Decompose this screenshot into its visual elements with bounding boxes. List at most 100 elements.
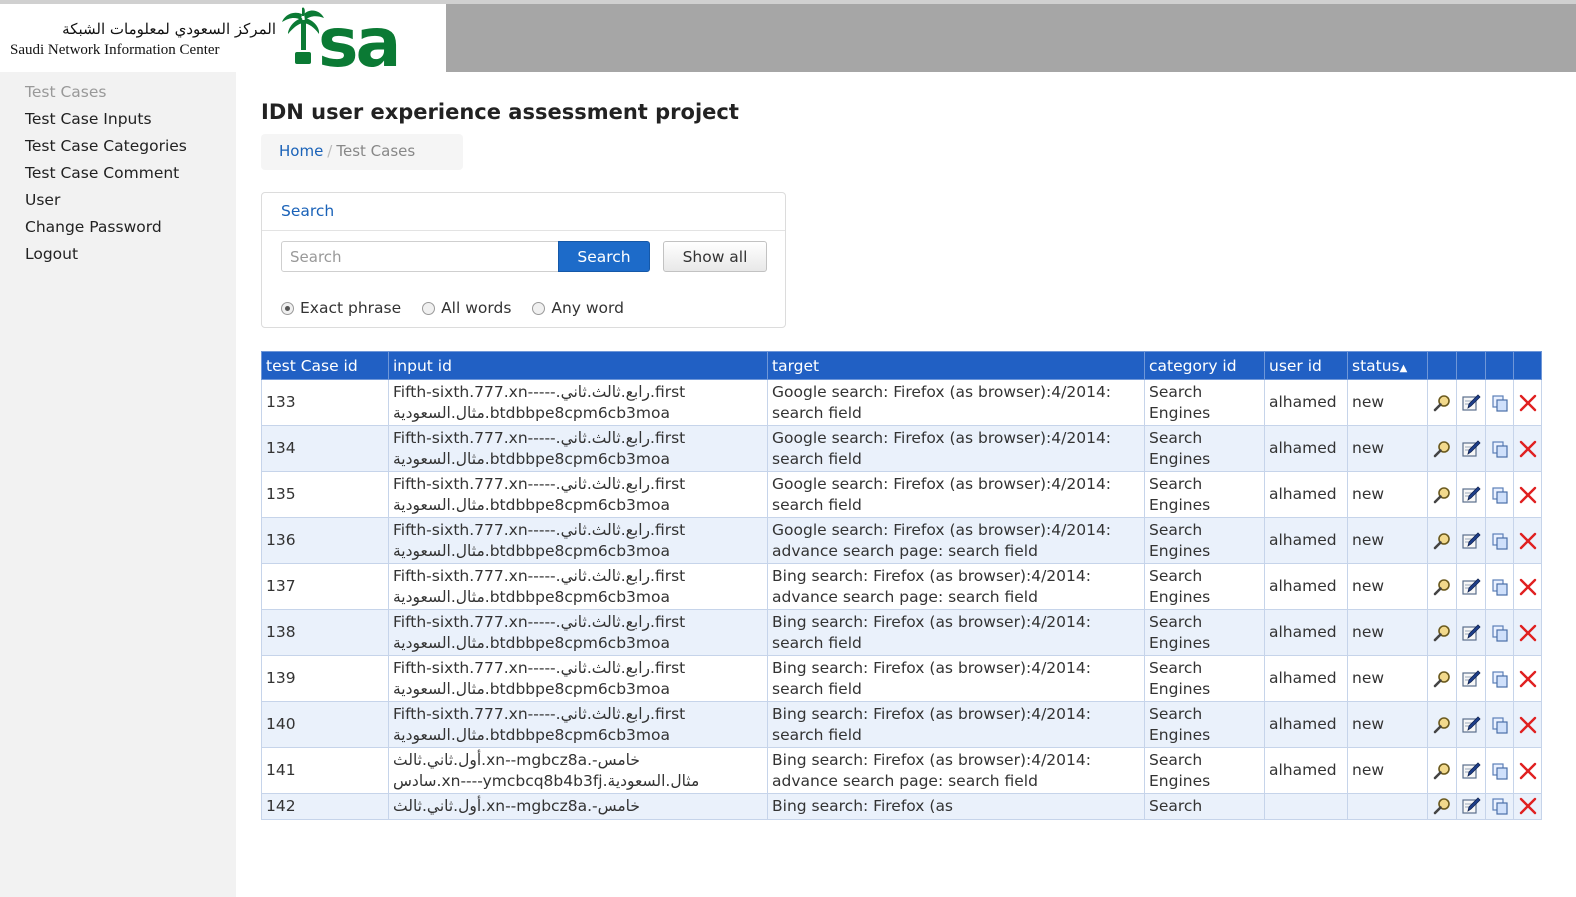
copy-button[interactable] xyxy=(1485,471,1514,518)
table-row: 134 first.رابع.ثالث.ثاني.Fifth-sixth.777… xyxy=(261,425,1542,472)
table-row: 133 first.رابع.ثالث.ثاني.Fifth-sixth.777… xyxy=(261,379,1542,426)
column-header-test-case-id[interactable]: test Case id xyxy=(261,351,389,380)
table-row: 139 first.رابع.ثالث.ثاني.Fifth-sixth.777… xyxy=(261,655,1542,702)
cell-target: Google search: Firefox (as browser):4/20… xyxy=(767,471,1145,518)
cell-user-id xyxy=(1264,793,1348,820)
column-header-category-id[interactable]: category id xyxy=(1144,351,1265,380)
copy-button[interactable] xyxy=(1485,379,1514,426)
cell-user-id: alhamed xyxy=(1264,747,1348,794)
radio-unchecked-icon xyxy=(532,301,546,315)
edit-icon xyxy=(1462,623,1481,641)
delete-icon xyxy=(1519,762,1536,779)
search-button[interactable]: Search xyxy=(558,241,650,272)
edit-button[interactable] xyxy=(1456,701,1486,748)
delete-button[interactable] xyxy=(1513,517,1542,564)
cell-status: new xyxy=(1347,471,1428,518)
delete-button[interactable] xyxy=(1513,379,1542,426)
column-header-target[interactable]: target xyxy=(767,351,1145,380)
cell-category-id: Search Engines xyxy=(1144,563,1265,610)
show-all-button[interactable]: Show all xyxy=(663,241,767,272)
edit-button[interactable] xyxy=(1456,471,1486,518)
view-button[interactable] xyxy=(1427,425,1457,472)
edit-button[interactable] xyxy=(1456,379,1486,426)
radio-all-words[interactable]: All words xyxy=(422,299,511,317)
radio-exact-phrase[interactable]: Exact phrase xyxy=(281,299,401,317)
search-panel: Search Search Show all Exact phrase All … xyxy=(261,192,786,328)
edit-icon xyxy=(1462,797,1481,814)
delete-button[interactable] xyxy=(1513,655,1542,702)
sidebar-item-test-case-comment[interactable]: Test Case Comment xyxy=(25,164,179,182)
table-row: 140 first.رابع.ثالث.ثاني.Fifth-sixth.777… xyxy=(261,701,1542,748)
column-header-status-label: status xyxy=(1352,356,1400,375)
edit-button[interactable] xyxy=(1456,747,1486,794)
copy-button[interactable] xyxy=(1485,793,1514,820)
delete-button[interactable] xyxy=(1513,747,1542,794)
copy-button[interactable] xyxy=(1485,425,1514,472)
delete-button[interactable] xyxy=(1513,793,1542,820)
cell-test-case-id: 139 xyxy=(261,655,389,702)
column-header-status[interactable]: status▲ xyxy=(1347,351,1428,380)
breadcrumb-home-link[interactable]: Home xyxy=(279,142,323,160)
cell-status: new xyxy=(1347,517,1428,564)
cell-input-id: first.رابع.ثالث.ثاني.Fifth-sixth.777.xn-… xyxy=(388,701,768,748)
delete-button[interactable] xyxy=(1513,701,1542,748)
sidebar-nav: Test Cases Test Case Inputs Test Case Ca… xyxy=(0,72,236,897)
copy-button[interactable] xyxy=(1485,517,1514,564)
copy-button[interactable] xyxy=(1485,563,1514,610)
copy-button[interactable] xyxy=(1485,655,1514,702)
copy-button[interactable] xyxy=(1485,701,1514,748)
delete-button[interactable] xyxy=(1513,471,1542,518)
sidebar-item-test-cases[interactable]: Test Cases xyxy=(25,83,106,101)
sidebar-item-logout[interactable]: Logout xyxy=(25,245,78,263)
breadcrumb: Home / Test Cases xyxy=(261,134,463,170)
edit-button[interactable] xyxy=(1456,563,1486,610)
edit-button[interactable] xyxy=(1456,609,1486,656)
sidebar-item-test-case-categories[interactable]: Test Case Categories xyxy=(25,137,187,155)
column-header-user-id[interactable]: user id xyxy=(1264,351,1348,380)
cell-test-case-id: 137 xyxy=(261,563,389,610)
delete-button[interactable] xyxy=(1513,425,1542,472)
edit-button[interactable] xyxy=(1456,793,1486,820)
view-button[interactable] xyxy=(1427,517,1457,564)
view-button[interactable] xyxy=(1427,655,1457,702)
radio-any-word[interactable]: Any word xyxy=(532,299,624,317)
copy-icon xyxy=(1491,624,1508,642)
view-button[interactable] xyxy=(1427,471,1457,518)
view-button[interactable] xyxy=(1427,793,1457,820)
sidebar-item-change-password[interactable]: Change Password xyxy=(25,218,162,236)
view-button[interactable] xyxy=(1427,379,1457,426)
view-icon xyxy=(1433,486,1450,503)
logo-english-text: Saudi Network Information Center xyxy=(10,42,220,58)
sidebar-item-user[interactable]: User xyxy=(25,191,60,209)
copy-button[interactable] xyxy=(1485,609,1514,656)
cell-category-id: Search Engines xyxy=(1144,379,1265,426)
test-cases-table: test Case id input id target category id… xyxy=(261,351,1542,820)
delete-icon xyxy=(1519,624,1536,641)
view-button[interactable] xyxy=(1427,701,1457,748)
cell-test-case-id: 133 xyxy=(261,379,389,426)
site-logo[interactable]: المركز السعودي لمعلومات الشبكة Saudi Net… xyxy=(0,4,446,72)
sidebar-item-test-case-inputs[interactable]: Test Case Inputs xyxy=(25,110,152,128)
logo-arabic-text: المركز السعودي لمعلومات الشبكة xyxy=(62,20,276,38)
page-title: IDN user experience assessment project xyxy=(261,100,739,124)
column-header-input-id[interactable]: input id xyxy=(388,351,768,380)
table-body: 133 first.رابع.ثالث.ثاني.Fifth-sixth.777… xyxy=(261,379,1542,820)
cell-input-id: first.رابع.ثالث.ثاني.Fifth-sixth.777.xn-… xyxy=(388,471,768,518)
view-icon xyxy=(1433,716,1450,733)
search-input[interactable] xyxy=(281,241,559,272)
breadcrumb-current: Test Cases xyxy=(336,142,416,160)
search-mode-options: Exact phrase All words Any word xyxy=(281,299,640,319)
copy-button[interactable] xyxy=(1485,747,1514,794)
delete-button[interactable] xyxy=(1513,563,1542,610)
copy-icon xyxy=(1491,762,1508,780)
view-button[interactable] xyxy=(1427,563,1457,610)
delete-button[interactable] xyxy=(1513,609,1542,656)
cell-input-id: خامس-.xn--mgbcz8a.أول.ثاني.ثالث xyxy=(388,793,768,820)
edit-button[interactable] xyxy=(1456,425,1486,472)
edit-button[interactable] xyxy=(1456,655,1486,702)
edit-button[interactable] xyxy=(1456,517,1486,564)
cell-user-id: alhamed xyxy=(1264,471,1348,518)
view-button[interactable] xyxy=(1427,747,1457,794)
view-button[interactable] xyxy=(1427,609,1457,656)
table-row: 136 first.رابع.ثالث.ثاني.Fifth-sixth.777… xyxy=(261,517,1542,564)
